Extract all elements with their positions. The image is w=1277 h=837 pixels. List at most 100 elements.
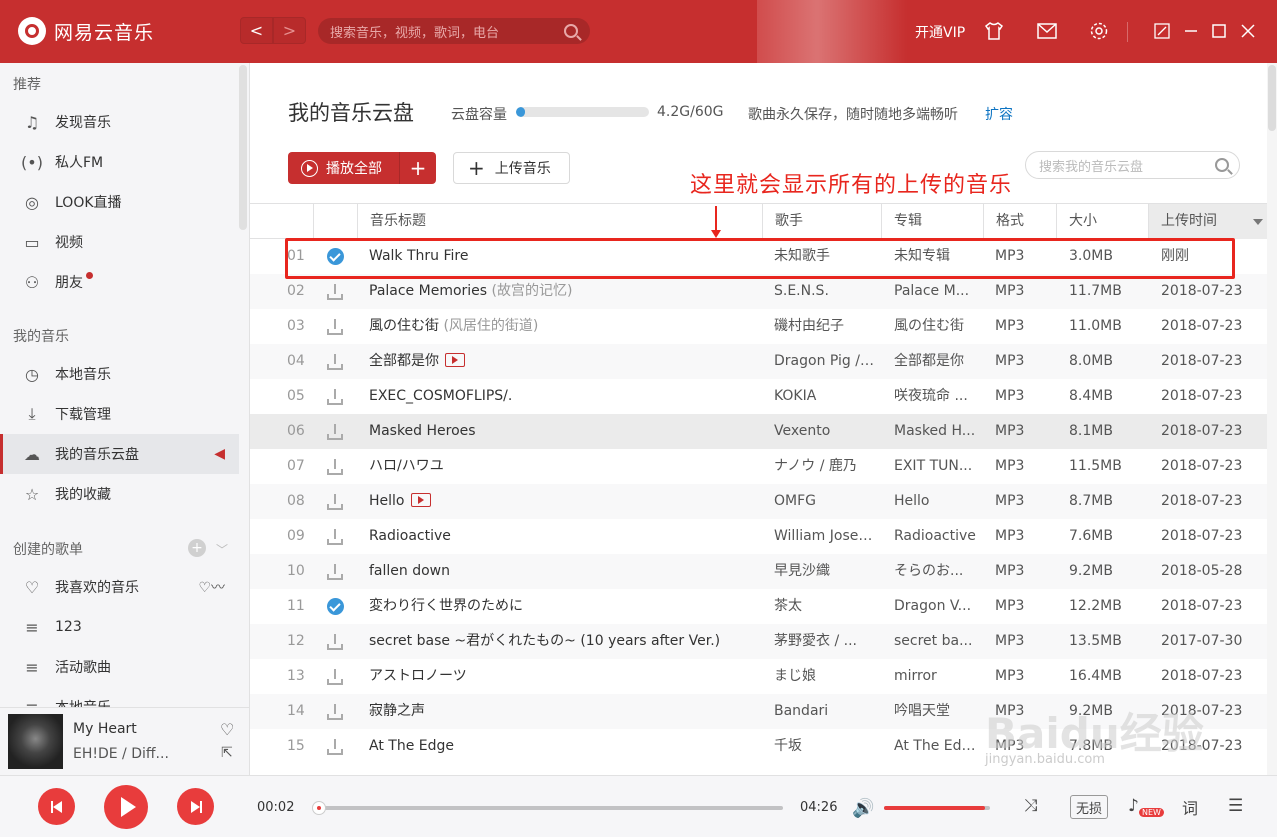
play-all-button[interactable]: 播放全部 xyxy=(288,152,399,184)
download-icon[interactable] xyxy=(327,668,343,685)
sidebar-item-local-music[interactable]: ◷ 本地音乐 xyxy=(0,354,239,394)
column-artist[interactable]: 歌手 xyxy=(762,204,882,239)
download-icon[interactable] xyxy=(327,738,343,755)
skin-icon[interactable] xyxy=(983,20,1005,42)
column-format[interactable]: 格式 xyxy=(983,204,1057,239)
song-artist[interactable]: 茶太 xyxy=(774,589,876,624)
user-avatar-blurred[interactable] xyxy=(757,0,907,63)
progress-knob[interactable] xyxy=(311,801,326,815)
next-button[interactable] xyxy=(177,788,214,825)
sound-effect-icon[interactable]: ♪ xyxy=(1128,796,1139,816)
table-row[interactable]: 06 Masked Heroes Vexento Masked H... MP3 8.1M… xyxy=(250,414,1267,449)
table-row[interactable]: 04 全部都是你 Dragon Pig / ... 全部都是你 MP3 8.0MB 2018… xyxy=(250,344,1267,379)
chevron-down-icon[interactable]: ﹀ xyxy=(216,541,228,558)
song-artist[interactable]: Bandari xyxy=(774,694,876,729)
now-playing-card[interactable]: My Heart EH!DE / Diff... ♡ ⇱ xyxy=(0,707,250,775)
download-icon[interactable] xyxy=(327,283,343,300)
song-album[interactable]: At The Edge xyxy=(894,729,976,764)
song-artist[interactable]: KOKIA xyxy=(774,379,876,414)
song-title[interactable]: 寂静之声 xyxy=(369,694,759,729)
table-row[interactable]: 03 風の住む街 (风居住的街道) 磯村由纪子 風の住む街 MP3 11.0MB 2018-… xyxy=(250,309,1267,344)
progress-bar[interactable] xyxy=(311,801,783,815)
app-logo[interactable]: 网易云音乐 xyxy=(18,17,154,45)
playlist-queue-icon[interactable]: ☰ xyxy=(1228,796,1243,816)
table-row[interactable]: 02 Palace Memories (故宫的记忆) S.E.N.S. Palace … xyxy=(250,274,1267,309)
mv-icon[interactable] xyxy=(410,493,431,507)
song-album[interactable]: 風の住む街 xyxy=(894,309,976,344)
download-icon[interactable] xyxy=(327,633,343,650)
song-title[interactable]: Hello xyxy=(369,484,759,519)
song-title[interactable]: fallen down xyxy=(369,554,759,589)
song-album[interactable]: Dragon V... xyxy=(894,589,976,624)
sidebar-item-friends[interactable]: ⚇ 朋友 xyxy=(0,262,239,302)
song-artist[interactable]: Dragon Pig / ... xyxy=(774,344,876,379)
download-icon[interactable] xyxy=(327,563,343,580)
download-icon[interactable] xyxy=(327,493,343,510)
download-icon[interactable] xyxy=(327,528,343,545)
expand-capacity-link[interactable]: 扩容 xyxy=(985,104,1013,124)
volume-icon[interactable]: 🔊 xyxy=(852,798,874,819)
song-artist[interactable]: 早見沙織 xyxy=(774,554,876,589)
create-playlist-icon[interactable]: + xyxy=(188,539,206,557)
table-row[interactable]: 11 変わり行く世界のために 茶太 Dragon V... MP3 12.2MB 2018-… xyxy=(250,589,1267,624)
download-icon[interactable] xyxy=(327,388,343,405)
sidebar-item-fm[interactable]: (•) 私人FM xyxy=(0,142,239,182)
song-title[interactable]: Masked Heroes xyxy=(369,414,759,449)
main-scrollbar[interactable] xyxy=(1267,63,1277,775)
sidebar-scrollbar[interactable] xyxy=(239,65,247,230)
share-icon[interactable]: ⇱ xyxy=(221,745,233,761)
lyrics-button[interactable]: 词 xyxy=(1182,795,1198,819)
song-title[interactable]: 変わり行く世界のために xyxy=(369,589,759,624)
upload-music-button[interactable]: + 上传音乐 xyxy=(453,152,570,184)
song-album[interactable]: EXIT TUN... xyxy=(894,449,976,484)
column-size[interactable]: 大小 xyxy=(1056,204,1149,239)
sidebar-item-cloud-disk[interactable]: ☁ 我的音乐云盘 ◀ xyxy=(0,434,239,474)
download-icon[interactable] xyxy=(327,458,343,475)
sidebar-item-downloads[interactable]: ⤓ 下载管理 xyxy=(0,394,239,434)
song-title[interactable]: Radioactive xyxy=(369,519,759,554)
sidebar-item-playlist-123[interactable]: ≡ 123 xyxy=(0,607,239,647)
shuffle-icon[interactable]: ⤨ xyxy=(1024,796,1038,816)
heartbeat-mode-icon[interactable]: ♡〰 xyxy=(198,577,225,597)
download-icon[interactable] xyxy=(327,353,343,370)
now-playing-title[interactable]: My Heart xyxy=(73,721,137,737)
minimize-icon[interactable] xyxy=(1180,20,1202,42)
previous-button[interactable] xyxy=(38,788,75,825)
column-upload-time[interactable]: 上传时间 xyxy=(1148,204,1267,239)
song-title[interactable]: アストロノーツ xyxy=(369,659,759,694)
song-album[interactable]: 吟唱天堂 xyxy=(894,694,976,729)
song-title[interactable]: EXEC_COSMOFLIPS/. xyxy=(369,379,759,414)
add-all-to-queue-button[interactable]: + xyxy=(399,152,436,184)
song-album[interactable]: Masked H... xyxy=(894,414,976,449)
song-title[interactable]: ハロ/ハワユ xyxy=(369,449,759,484)
table-row[interactable]: 08 Hello OMFG Hello MP3 8.7MB 2018-07-23 xyxy=(250,484,1267,519)
table-row[interactable]: 09 Radioactive William Joseph Radioactive MP… xyxy=(250,519,1267,554)
back-button[interactable]: < xyxy=(240,17,273,44)
song-title[interactable]: At The Edge xyxy=(369,729,759,764)
like-heart-icon[interactable]: ♡ xyxy=(220,720,234,739)
song-artist[interactable]: まじ娘 xyxy=(774,659,876,694)
play-button[interactable] xyxy=(104,785,148,829)
song-artist[interactable]: 磯村由纪子 xyxy=(774,309,876,344)
mail-icon[interactable] xyxy=(1036,20,1058,42)
sidebar-item-discover[interactable]: ♫ 发现音乐 xyxy=(0,102,239,142)
download-icon[interactable] xyxy=(327,423,343,440)
song-album[interactable]: Hello xyxy=(894,484,976,519)
song-title[interactable]: 全部都是你 xyxy=(369,344,759,379)
main-scrollbar-thumb[interactable] xyxy=(1268,65,1276,131)
table-row[interactable]: 07 ハロ/ハワユ ナノウ / 鹿乃 EXIT TUN... MP3 11.5MB 2018… xyxy=(250,449,1267,484)
album-cover[interactable] xyxy=(8,714,63,769)
lossless-quality-button[interactable]: 无损 xyxy=(1070,795,1108,819)
sidebar-item-liked[interactable]: ♡ 我喜欢的音乐 ♡〰 xyxy=(0,567,239,607)
sort-desc-icon[interactable] xyxy=(1253,219,1263,225)
song-artist[interactable]: William Joseph xyxy=(774,519,876,554)
forward-button[interactable]: > xyxy=(273,17,306,44)
song-artist[interactable]: S.E.N.S. xyxy=(774,274,876,309)
settings-gear-icon[interactable] xyxy=(1088,20,1110,42)
search-icon[interactable] xyxy=(1215,158,1229,172)
download-icon[interactable] xyxy=(327,318,343,335)
sidebar-item-collection[interactable]: ☆ 我的收藏 xyxy=(0,474,239,514)
song-title[interactable]: secret base ~君がくれたもの~ (10 years after Ve… xyxy=(369,624,759,659)
close-icon[interactable] xyxy=(1237,20,1259,42)
song-album[interactable]: Palace M... xyxy=(894,274,976,309)
